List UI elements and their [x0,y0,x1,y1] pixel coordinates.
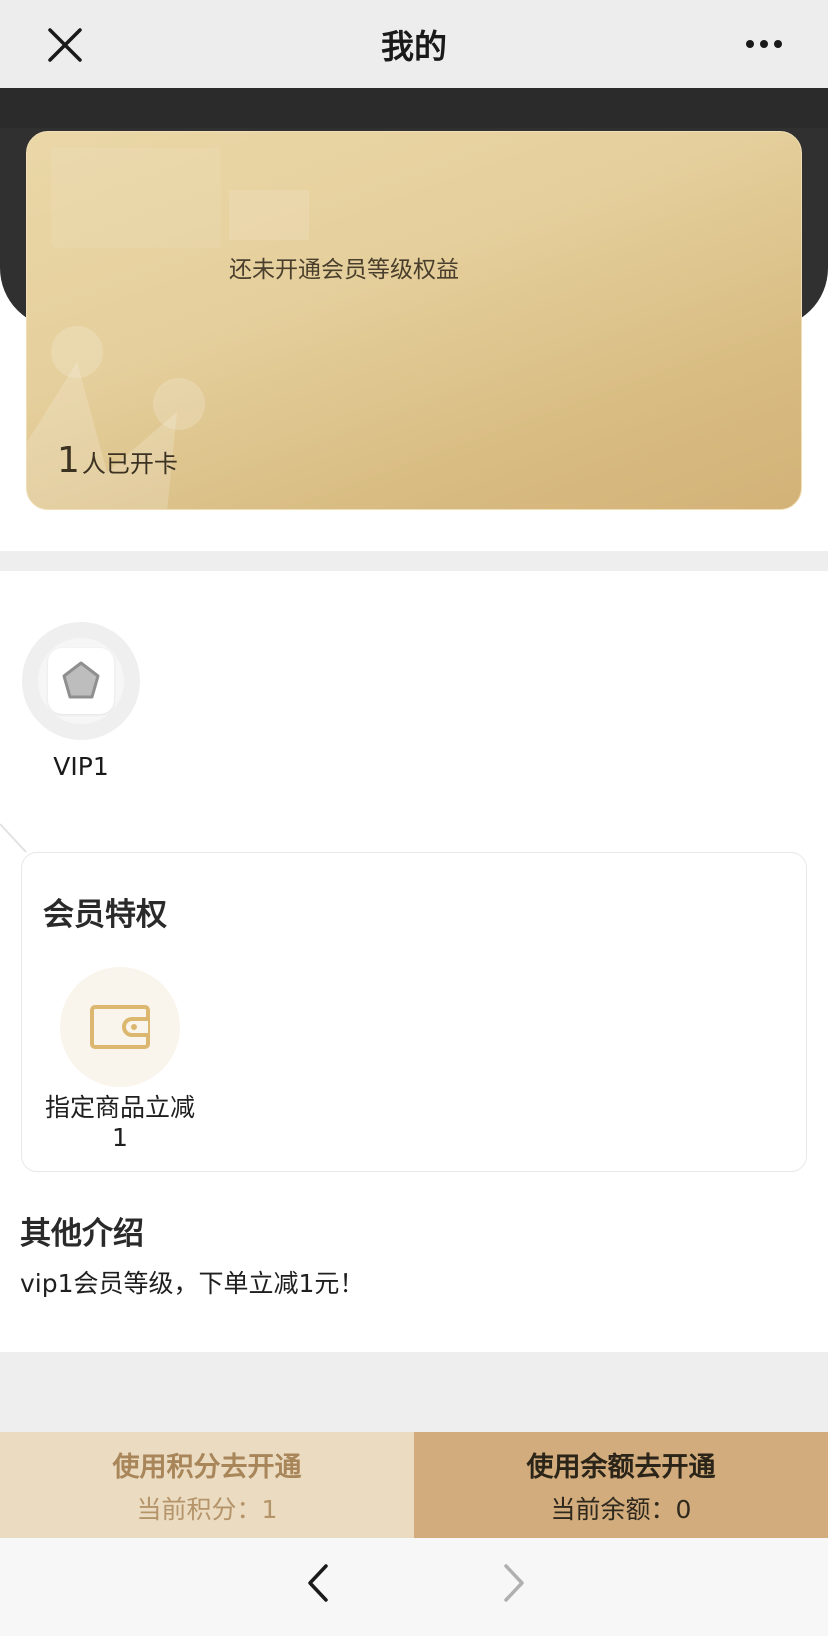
balance-button-label: 使用余额去开通 [526,1451,716,1483]
browser-bottom-nav [0,1538,828,1636]
points-button-label: 使用积分去开通 [112,1451,302,1483]
current-points-text: 当前积分：1 [136,1494,278,1524]
card-status-text: 还未开通会员等级权益 [229,257,459,283]
top-navbar: 我的 [0,0,828,88]
card-decoration [51,148,221,248]
section-divider [0,551,828,571]
privilege-card: 会员特权 指定商品立减1 [21,852,807,1172]
privilege-title: 会员特权 [43,897,167,933]
intro-text: vip1会员等级，下单立减1元！ [20,1269,365,1298]
open-count-label: 人已开卡 [81,450,178,478]
card-open-count: 1 人已开卡 [57,440,178,481]
privilege-item-label: 指定商品立减1 [44,1093,195,1152]
header-strip [0,88,828,128]
wallet-icon [90,1005,150,1049]
intro-title: 其他介绍 [20,1216,144,1252]
more-dots-icon[interactable] [744,30,784,58]
card-pointer-icon [0,823,27,853]
footer-spacer [0,1352,828,1432]
chevron-right-icon[interactable] [494,1558,534,1608]
vip-badge-tile [48,648,114,714]
chevron-left-icon[interactable] [298,1558,338,1608]
membership-card: 还未开通会员等级权益 1 人已开卡 [26,131,802,510]
vip-level-label: VIP1 [53,752,109,781]
vip-level-badge[interactable] [22,622,140,740]
card-decoration [229,190,309,240]
open-with-balance-button[interactable]: 使用余额去开通 当前余额：0 [414,1432,828,1538]
pentagon-star-icon [62,661,100,699]
current-balance-text: 当前余额：0 [550,1494,692,1524]
crown-watermark-icon [27,326,205,509]
page-title: 我的 [381,27,447,66]
privilege-item[interactable] [60,967,180,1087]
close-icon[interactable] [46,26,84,64]
open-with-points-button[interactable]: 使用积分去开通 当前积分：1 [0,1432,414,1538]
vip-badge-ring [38,638,124,724]
open-count-number: 1 [57,440,80,481]
